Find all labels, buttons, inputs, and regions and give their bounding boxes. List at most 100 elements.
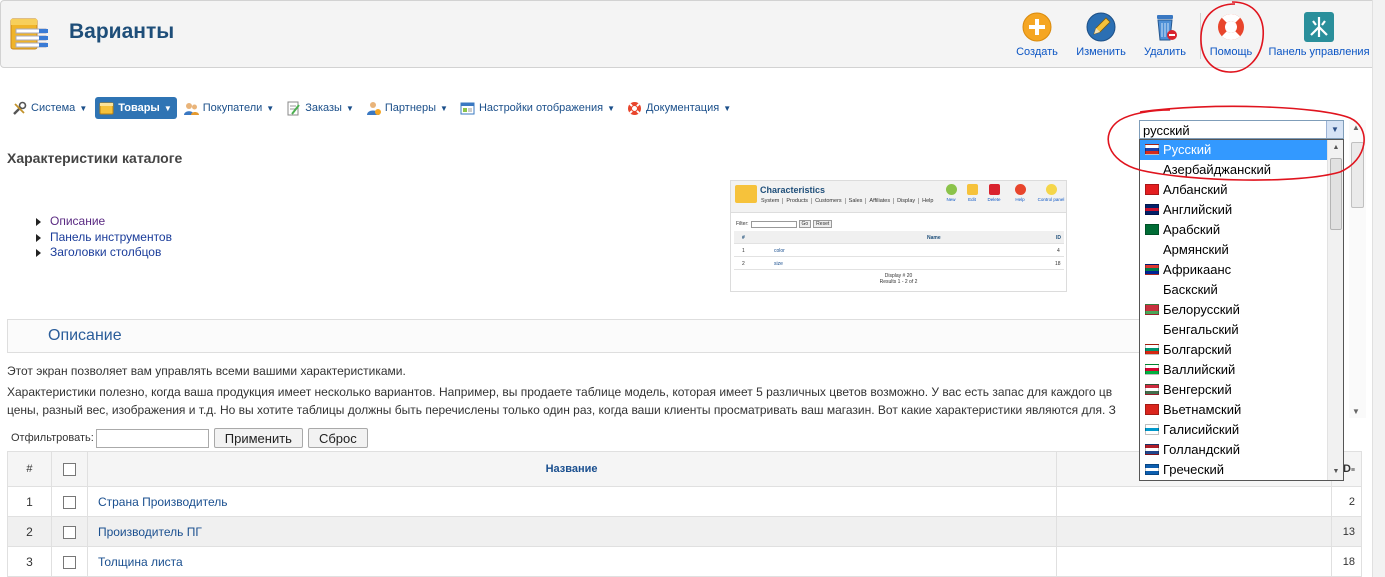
menu-item-customers[interactable]: Покупатели ▼: [180, 97, 279, 119]
menu-item-affiliates[interactable]: Партнеры ▼: [362, 97, 453, 119]
thumbnail-tab: Display: [897, 198, 920, 204]
scroll-down-icon: ▼: [1352, 407, 1360, 416]
thumbnail-delete-button: Delete: [983, 184, 1005, 202]
row-checkbox[interactable]: [62, 525, 76, 539]
orders-icon: [287, 101, 300, 115]
thumbnail-filter: Filter: Go Reset: [736, 220, 833, 228]
toc-link-column-headers[interactable]: Заголовки столбцов: [36, 245, 172, 261]
menu-item-system[interactable]: Система ▼: [8, 97, 92, 119]
chevron-down-icon: ▼: [440, 103, 448, 113]
thumbnail-edit-button: Edit: [961, 184, 983, 202]
scroll-down-icon: ▼: [1332, 468, 1340, 475]
thumbnail-help-button: Help: [1009, 184, 1031, 202]
section-title: Характеристики каталоге: [7, 150, 183, 166]
content-scrollbar[interactable]: ▲ ▼: [1349, 120, 1366, 418]
row-checkbox[interactable]: [62, 555, 76, 569]
menu-item-documentation[interactable]: Документация ▼: [623, 97, 736, 119]
row-name-link[interactable]: Производитель ПГ: [86, 516, 1058, 547]
description-paragraph: Этот экран позволяет вам управлять всеми…: [7, 364, 406, 378]
menu-item-display-settings[interactable]: Настройки отображения ▼: [456, 97, 620, 119]
apply-button[interactable]: Применить: [213, 428, 303, 448]
thumbnail-footer: Display # 20 Results 1 - 2 of 2: [879, 273, 918, 285]
help-button[interactable]: Помощь: [1207, 11, 1255, 58]
flag-icon: [1145, 404, 1159, 415]
add-icon: [945, 184, 957, 195]
language-option[interactable]: Вьетнамский: [1140, 400, 1343, 420]
thumbnail-control-panel-button: Control panel: [1036, 184, 1066, 202]
scrollbar-thumb[interactable]: [1351, 142, 1364, 208]
language-option[interactable]: Валлийский: [1140, 360, 1343, 380]
create-button[interactable]: Создать: [1014, 11, 1060, 58]
language-option[interactable]: Голландский: [1140, 440, 1343, 460]
table-of-contents: Описание Панель инструментов Заголовки с…: [36, 214, 172, 261]
thumbnail-tab: System: [761, 198, 784, 204]
add-icon: [1022, 12, 1052, 42]
language-option[interactable]: Венгерский: [1140, 380, 1343, 400]
chevron-down-icon[interactable]: ▼: [1326, 121, 1343, 138]
row-name-link[interactable]: Толщина листа: [86, 546, 1058, 577]
display-settings-icon: [460, 102, 475, 114]
language-option[interactable]: Армянский: [1140, 240, 1343, 260]
language-option[interactable]: Албанский: [1140, 180, 1343, 200]
select-all-checkbox[interactable]: [62, 462, 76, 476]
menu-item-orders[interactable]: Заказы ▼: [282, 97, 359, 119]
delete-button[interactable]: Удалить: [1140, 11, 1190, 58]
chevron-down-icon: ▼: [345, 103, 354, 113]
page-title: Варианты: [69, 20, 175, 43]
language-option[interactable]: Греческий: [1140, 460, 1343, 480]
control-panel-button[interactable]: Панель управления: [1267, 11, 1371, 58]
flag-icon: [1145, 344, 1159, 355]
help-lifebuoy-icon: [1218, 14, 1244, 40]
flag-icon: [1145, 184, 1159, 195]
help-lifebuoy-icon: [1014, 184, 1026, 195]
language-option[interactable]: Арабский: [1140, 220, 1343, 240]
trash-icon: [988, 184, 1000, 195]
thumbnail-tab: Affiliates: [869, 198, 895, 204]
chevron-down-icon: ▼: [723, 103, 732, 113]
toc-link-toolbar[interactable]: Панель инструментов: [36, 230, 172, 246]
menu-item-products[interactable]: Товары ▼: [95, 97, 177, 119]
thumbnail-header: Characteristics System Products Customer…: [731, 181, 1066, 213]
documentation-icon: [627, 101, 641, 115]
language-option[interactable]: Белорусский: [1140, 300, 1343, 320]
chevron-down-icon: ▼: [163, 103, 172, 113]
toolbar-separator: [1200, 13, 1201, 59]
thumbnail-table-header: # Name ID: [734, 231, 1064, 244]
scroll-up-icon: ▲: [1332, 144, 1340, 151]
reset-button[interactable]: Сброс: [307, 428, 368, 448]
flag-icon: [1145, 384, 1159, 395]
language-option[interactable]: Азербайджанский: [1140, 160, 1343, 180]
scrollbar-thumb[interactable]: [1330, 158, 1342, 230]
row-checkbox[interactable]: [62, 495, 76, 509]
scroll-up-icon: ▲: [1352, 123, 1360, 132]
language-option[interactable]: Бенгальский: [1140, 320, 1343, 340]
flag-icon: [1145, 364, 1159, 375]
header-bar: Варианты Создать Изменить Удалить Помощь…: [0, 0, 1385, 68]
window-edge: [1372, 0, 1385, 577]
language-option[interactable]: Английский: [1140, 200, 1343, 220]
filter-input[interactable]: [95, 428, 209, 448]
table-row: 2 Производитель ПГ 13: [7, 516, 1363, 547]
language-option[interactable]: Галисийский: [1140, 420, 1343, 440]
control-panel-icon: [1304, 12, 1334, 42]
edit-icon: [966, 184, 978, 195]
control-panel-icon: [1045, 184, 1057, 195]
description-heading: Описание: [48, 327, 122, 344]
thumbnail-tab: Products: [786, 198, 813, 204]
description-paragraph: Характеристики полезно, когда ваша проду…: [7, 385, 1116, 417]
language-list-scrollbar[interactable]: ▲ ▼: [1327, 140, 1343, 480]
column-header-name[interactable]: Название: [86, 451, 1058, 487]
toc-link-description[interactable]: Описание: [36, 214, 172, 230]
thumbnail-tab: Customers: [815, 198, 846, 204]
language-option[interactable]: Болгарский: [1140, 340, 1343, 360]
chevron-down-icon: ▼: [266, 103, 275, 113]
language-option[interactable]: Африкаанс: [1140, 260, 1343, 280]
description-heading-box: [7, 319, 1140, 353]
thumbnail-tab: Help: [922, 198, 934, 204]
wrench-icon: [13, 101, 27, 115]
row-name-link[interactable]: Страна Производитель: [86, 486, 1058, 517]
language-option[interactable]: Русский: [1140, 140, 1343, 160]
edit-button[interactable]: Изменить: [1072, 11, 1130, 58]
language-select[interactable]: русский ▼: [1139, 120, 1344, 139]
language-option[interactable]: Баскский: [1140, 280, 1343, 300]
